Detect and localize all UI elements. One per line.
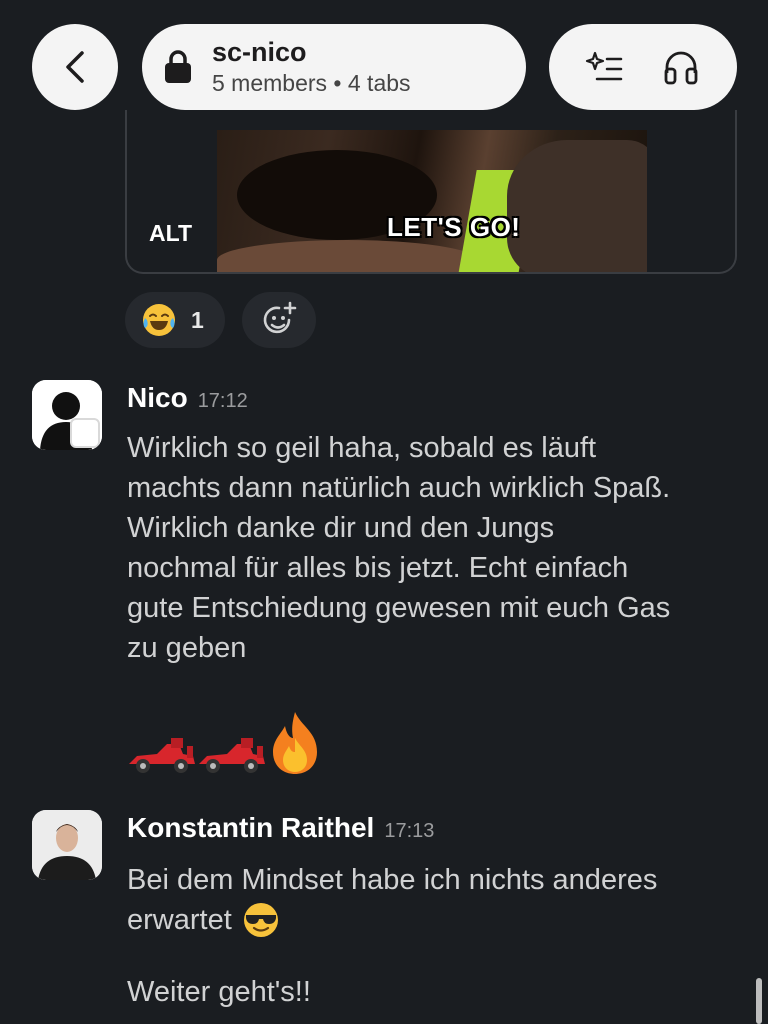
gif-caption: LET'S GO! <box>387 212 521 242</box>
sparkle-list-icon[interactable] <box>585 47 625 87</box>
add-reaction-button[interactable] <box>242 292 316 348</box>
message-time: 17:13 <box>384 820 435 842</box>
racing-car-emoji-icon <box>199 738 265 773</box>
headphones-icon[interactable] <box>661 47 701 87</box>
avatar-nico[interactable] <box>32 380 102 450</box>
message-line: Wirklich danke dir und den Jungs <box>127 512 555 544</box>
message-text: Bei dem Mindset habe ich nichts anderes … <box>127 860 747 1012</box>
channel-name: sc-nico <box>212 37 307 67</box>
message-line: machts dann natürlich auch wirklich Spaß… <box>127 472 671 504</box>
avatar-status-badge <box>70 418 100 448</box>
profile-photo <box>32 810 102 880</box>
message-header: Nico 17:12 <box>127 382 248 414</box>
reaction-count: 1 <box>191 306 204 333</box>
author-name[interactable]: Nico <box>127 382 188 414</box>
reaction-joy[interactable]: 1 <box>125 292 225 348</box>
emoji-row <box>127 706 323 776</box>
author-name[interactable]: Konstantin Raithel <box>127 812 374 844</box>
message-line: Weiter geht's!! <box>127 976 311 1008</box>
message-line: Wirklich so geil haha, sobald es läuft <box>127 432 597 464</box>
add-emoji-icon <box>263 301 297 334</box>
channel-meta: 5 members • 4 tabs <box>212 70 411 96</box>
header-actions <box>549 24 737 110</box>
message-line-wrap: erwartet <box>127 900 747 940</box>
message-text: Wirklich so geil haha, sobald es läuft m… <box>127 428 747 668</box>
racing-car-emoji-icon <box>129 738 195 773</box>
chat-screen: LET'S GO! ALT sc-nico 5 members • 4 tabs <box>0 0 768 1024</box>
chevron-left-icon <box>66 51 84 83</box>
message-time: 17:12 <box>197 390 248 412</box>
channel-header-button[interactable]: sc-nico 5 members • 4 tabs <box>142 24 526 110</box>
avatar-konstantin[interactable] <box>32 810 102 880</box>
message-line: gute Entschiedung gewesen mit euch Gas <box>127 592 671 624</box>
sunglasses-emoji-icon <box>243 903 278 937</box>
joy-emoji-icon <box>143 304 175 336</box>
message-header: Konstantin Raithel 17:13 <box>127 812 434 844</box>
scrollbar[interactable] <box>756 978 762 1024</box>
message-line: nochmal für alles bis jetzt. Echt einfac… <box>127 552 629 584</box>
message-line: zu geben <box>127 632 247 664</box>
alt-text-button[interactable]: ALT <box>149 220 192 247</box>
message-line: erwartet <box>127 904 232 936</box>
fire-emoji-icon <box>273 712 317 774</box>
gif-image[interactable]: LET'S GO! <box>217 130 647 272</box>
message-line: Bei dem Mindset habe ich nichts anderes <box>127 864 658 896</box>
lock-icon <box>165 50 191 83</box>
top-bar: sc-nico 5 members • 4 tabs <box>0 0 768 130</box>
back-button[interactable] <box>32 24 118 110</box>
gif-attachment[interactable]: LET'S GO! ALT <box>125 110 737 274</box>
